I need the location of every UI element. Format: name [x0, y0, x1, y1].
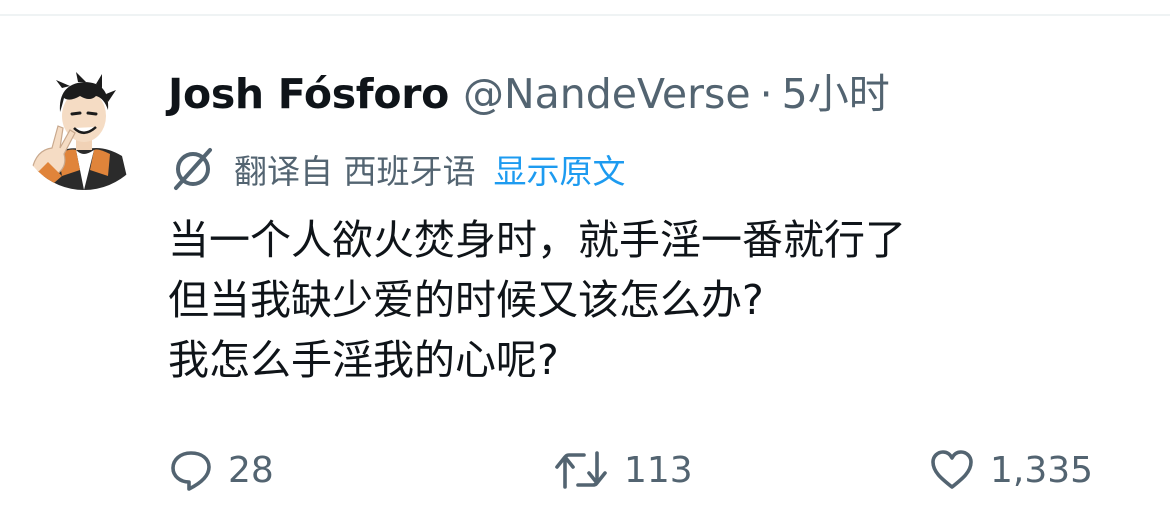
reply-count: 28: [228, 449, 274, 491]
tweet-text-line: 但当我缺少爱的时候又该怎么办?: [168, 276, 764, 324]
tweet[interactable]: Josh Fósforo @NandeVerse · 5小时 翻译自 西班牙语 …: [0, 0, 1170, 507]
avatar-image: [18, 58, 150, 190]
tweet-text: 当一个人欲火焚身时，就手淫一番就行了 但当我缺少爱的时候又该怎么办? 我怎么手淫…: [168, 210, 1148, 390]
reply-button[interactable]: 28: [168, 440, 274, 500]
show-original-link[interactable]: 显示原文: [494, 145, 626, 193]
tweet-text-line: 我怎么手淫我的心呢?: [168, 336, 559, 384]
translated-from-label: 翻译自 西班牙语: [234, 152, 476, 191]
display-name[interactable]: Josh Fósforo: [168, 64, 449, 124]
like-count: 1,335: [990, 449, 1094, 491]
tweet-text-line: 当一个人欲火焚身时，就手淫一番就行了: [168, 216, 906, 264]
retweet-button[interactable]: 113: [552, 440, 693, 500]
translation-info: 翻译自 西班牙语 显示原文: [168, 142, 626, 196]
tweet-actions: 28 113 1,335: [168, 440, 1128, 500]
separator-dot: ·: [759, 70, 773, 118]
reply-icon: [171, 451, 211, 491]
timestamp[interactable]: 5小时: [782, 64, 890, 124]
retweet-count: 113: [624, 449, 693, 491]
user-handle[interactable]: @NandeVerse: [463, 64, 751, 124]
retweet-icon: [555, 451, 607, 489]
avatar[interactable]: [18, 58, 150, 190]
tweet-header: Josh Fósforo @NandeVerse · 5小时: [168, 64, 890, 124]
like-button[interactable]: 1,335: [928, 440, 1093, 500]
heart-icon: [931, 450, 973, 489]
translate-icon: [174, 148, 212, 190]
